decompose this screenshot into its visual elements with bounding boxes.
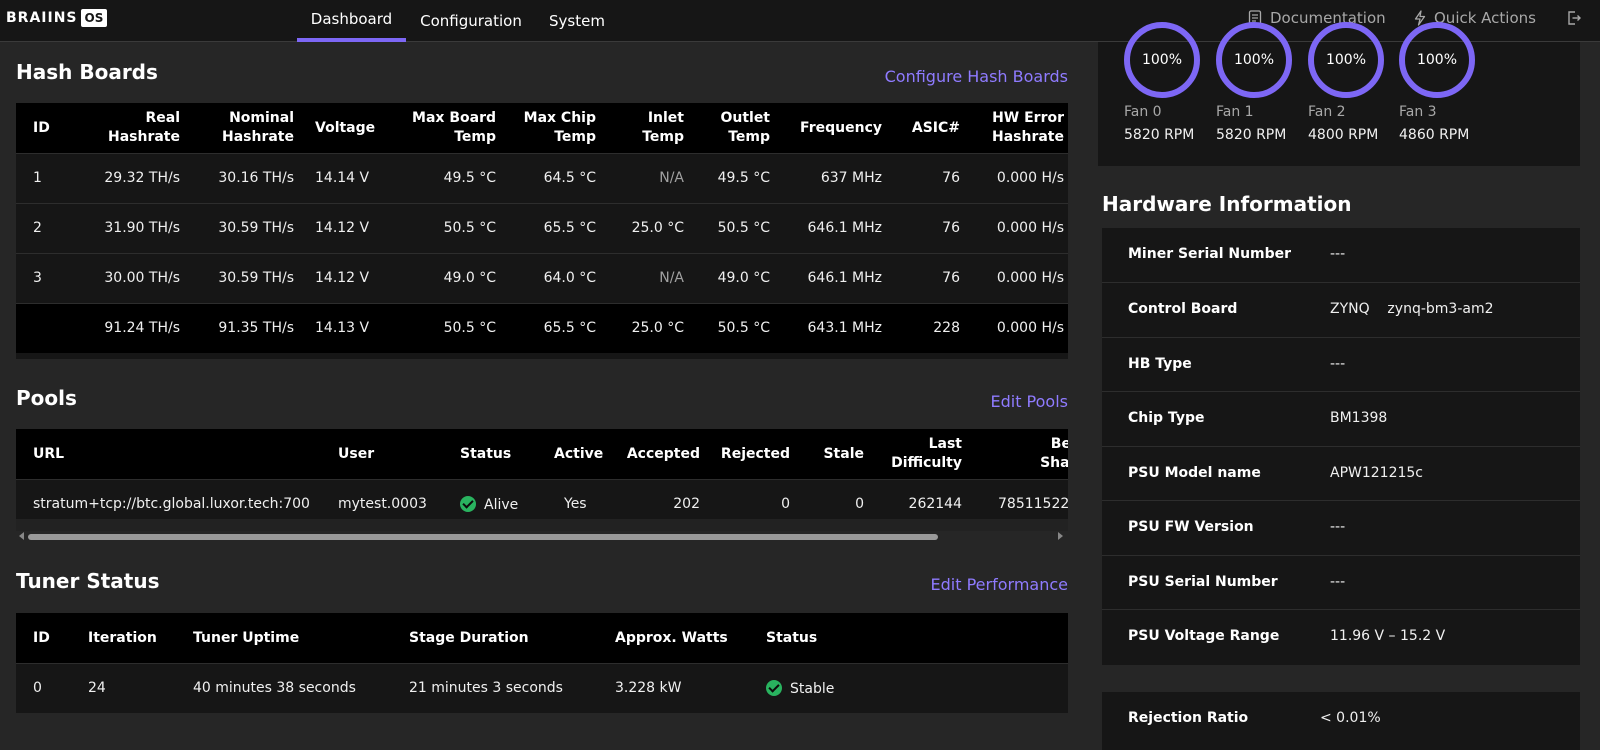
fan-rpm: 4800 RPM: [1308, 127, 1379, 143]
col-header: Stale: [823, 446, 864, 462]
logout-button[interactable]: [1566, 8, 1582, 28]
edit-pools-link[interactable]: Edit Pools: [880, 392, 1068, 411]
tuner-status-table: ID Iteration Tuner Uptime Stage Duration…: [16, 613, 1068, 713]
hw-row: Chip Type BM1398: [1102, 391, 1580, 445]
fan-name: Fan 0: [1124, 104, 1162, 120]
table-header: URL User Status Active Accepted Rejected…: [16, 429, 1068, 479]
pools-table: URL User Status Active Accepted Rejected…: [16, 429, 1068, 529]
col-header: Outlet Temp: [720, 110, 770, 145]
fans-panel: 100% 100% 100% 100% Fan 0 Fan 1 Fan 2 Fa…: [1098, 22, 1580, 166]
col-header: Iteration: [88, 630, 157, 646]
hardware-information-panel: Miner Serial Number --- Control Board ZYNQ…: [1102, 228, 1580, 665]
hash-boards-table: ID Real Hashrate Nominal Hashrate Voltage …: [16, 103, 1068, 359]
rejection-ratio-label: Rejection Ratio: [1128, 710, 1249, 726]
col-header: Nominal Hashrate: [221, 110, 294, 145]
configure-hash-boards-link[interactable]: Configure Hash Boards: [820, 67, 1068, 86]
hw-row: PSU Voltage Range 11.96 V – 15.2 V: [1102, 609, 1580, 663]
col-header: Voltage: [315, 120, 376, 136]
col-header: Last Difficulty: [891, 436, 962, 471]
fan-rpm: 5820 RPM: [1216, 127, 1287, 143]
table-row: 0 24 40 minutes 38 seconds 21 minutes 3 …: [16, 663, 1068, 713]
col-header: ID: [33, 630, 50, 646]
col-header: Tuner Uptime: [193, 630, 300, 646]
table-row: 1 29.32 TH/s 30.16 TH/s 14.14 V 49.5 °C …: [16, 153, 1068, 203]
fan-gauge: 100%: [1399, 22, 1475, 98]
hw-row: Control Board ZYNQ zynq-bm3-am2: [1102, 282, 1580, 336]
col-header: Inlet Temp: [642, 110, 684, 145]
fan-rpm: 4860 RPM: [1399, 127, 1470, 143]
fan-name: Fan 1: [1216, 104, 1254, 120]
col-header: Status: [766, 630, 818, 646]
check-circle-icon: [460, 496, 476, 512]
scrollbar-thumb[interactable]: [28, 534, 938, 540]
col-header: User: [338, 446, 375, 462]
col-header: Frequency: [800, 120, 882, 136]
col-header: Stage Duration: [409, 630, 529, 646]
edit-performance-link[interactable]: Edit Performance: [860, 575, 1068, 594]
rejection-ratio-value: < 0.01%: [1320, 710, 1381, 726]
horizontal-scrollbar[interactable]: [16, 519, 1068, 531]
table-header: ID Real Hashrate Nominal Hashrate Voltage …: [16, 103, 1068, 153]
tuner-status-title: Tuner Status: [16, 569, 160, 593]
tab-dashboard[interactable]: Dashboard: [297, 0, 406, 42]
col-header: BestShare: [1040, 436, 1068, 471]
rejection-ratio-panel: Rejection Ratio < 0.01%: [1102, 692, 1580, 750]
fan-gauge: 100%: [1308, 22, 1384, 98]
col-header: URL: [33, 446, 65, 462]
col-header: Status: [460, 446, 512, 462]
hw-row: PSU Model name APW121215c: [1102, 446, 1580, 500]
col-header: Active: [554, 446, 604, 462]
col-header: Max Chip Temp: [523, 110, 596, 145]
col-header: ASIC#: [911, 120, 960, 136]
tab-configuration[interactable]: Configuration: [418, 0, 524, 42]
hw-row: Miner Serial Number ---: [1128, 246, 1346, 262]
col-header: Max Board Temp: [412, 110, 496, 145]
tab-system[interactable]: System: [540, 0, 614, 42]
hw-row: HB Type ---: [1102, 337, 1580, 391]
hw-row: PSU FW Version ---: [1102, 500, 1580, 554]
pool-url: stratum+tcp://btc.global.luxor.tech:700: [33, 496, 310, 512]
hash-boards-title: Hash Boards: [16, 60, 158, 84]
logout-icon: [1568, 11, 1581, 25]
col-header: HW Error Hashrate: [991, 110, 1064, 145]
col-header: Real Hashrate: [107, 110, 180, 145]
col-header: ID: [33, 120, 50, 136]
braiins-logo[interactable]: BRAIINS OS: [6, 8, 108, 28]
hardware-information-title: Hardware Information: [1102, 192, 1352, 216]
fan-name: Fan 3: [1399, 104, 1437, 120]
fan-gauge: 100%: [1124, 22, 1200, 98]
col-header: Approx. Watts: [615, 630, 728, 646]
table-row-total: 91.24 TH/s 91.35 TH/s 14.13 V 50.5 °C 65…: [16, 303, 1068, 353]
pools-title: Pools: [16, 386, 77, 410]
scroll-right-arrow-icon[interactable]: [1058, 532, 1063, 540]
table-header: ID Iteration Tuner Uptime Stage Duration…: [16, 613, 1068, 663]
tuner-status: Stable: [766, 680, 834, 697]
fan-gauge: 100%: [1216, 22, 1292, 98]
table-row: 3 30.00 TH/s 30.59 TH/s 14.12 V 49.0 °C …: [16, 253, 1068, 303]
hw-row: PSU Serial Number ---: [1102, 555, 1580, 609]
scroll-left-arrow-icon[interactable]: [19, 532, 24, 540]
fan-name: Fan 2: [1308, 104, 1346, 120]
fan-rpm: 5820 RPM: [1124, 127, 1195, 143]
col-header: Accepted: [626, 446, 700, 462]
check-circle-icon: [766, 680, 782, 696]
col-header: Rejected: [720, 446, 790, 462]
table-row: 2 31.90 TH/s 30.59 TH/s 14.12 V 50.5 °C …: [16, 203, 1068, 253]
pool-user: mytest.0003: [338, 496, 427, 512]
pool-status: Alive: [460, 496, 518, 513]
